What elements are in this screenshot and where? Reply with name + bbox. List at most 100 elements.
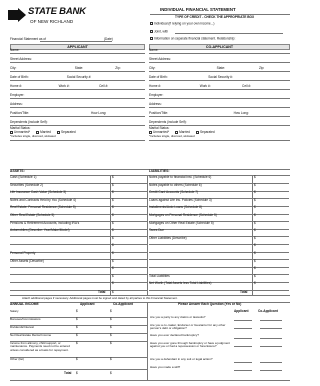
income-col-coapplicant: Co-Applicant — [113, 302, 133, 306]
field-line[interactable] — [10, 125, 145, 126]
liability-line[interactable] — [149, 289, 289, 291]
field-line[interactable] — [149, 80, 290, 81]
liability-line[interactable] — [149, 228, 289, 230]
liability-line[interactable] — [149, 266, 289, 268]
liability-item: Total Liabilities — [149, 273, 170, 278]
answer-applicant[interactable] — [234, 370, 252, 371]
asset-dollar: $ — [112, 281, 114, 286]
asset-dollar: $ — [112, 220, 114, 225]
field-line[interactable] — [10, 62, 145, 63]
arrow-logo-icon — [8, 8, 26, 22]
answer-coapplicant[interactable] — [260, 320, 282, 321]
liability-item: Loans against Life Ins. Policies (Schedu… — [149, 197, 212, 202]
field-line[interactable] — [10, 116, 145, 117]
asset-line[interactable] — [10, 236, 147, 238]
checkbox[interactable] — [56, 131, 60, 134]
income-item: Other (list) — [10, 357, 25, 361]
checkbox[interactable] — [150, 22, 153, 25]
asset-line[interactable] — [10, 289, 147, 291]
questions-header: Please Answer Each Question (Yes or No) — [178, 302, 242, 306]
answer-applicant[interactable] — [234, 346, 252, 347]
answer-coapplicant[interactable] — [260, 370, 282, 371]
asset-item: Other Assets (Describe) — [10, 258, 44, 263]
marital-option-label: Separated — [199, 130, 215, 135]
asset-dollar: $ — [112, 213, 114, 217]
liability-item: Mortgages on Personal Residence (Schedul… — [149, 213, 217, 217]
field-line[interactable] — [10, 98, 145, 99]
asset-line[interactable] — [10, 244, 147, 245]
asset-dollar: $ — [112, 273, 114, 278]
liability-dollar: $ — [254, 281, 256, 286]
asset-line[interactable] — [10, 266, 147, 268]
field-line[interactable] — [149, 116, 290, 117]
asset-line[interactable] — [10, 274, 147, 276]
liability-dollar: $ — [254, 243, 256, 248]
income-header: ANNUAL INCOME — [10, 302, 39, 306]
answer-coapplicant[interactable] — [260, 338, 282, 339]
answer-applicant[interactable] — [234, 320, 252, 321]
question-item: Are you a party to any claims or lawsuit… — [150, 315, 206, 319]
bank-logo: STATE BANK OF NEW RICHLAND — [8, 6, 88, 29]
credit-option-joint[interactable]: Joint, with — [150, 30, 168, 34]
coapplicant-header: CO-APPLICANT — [149, 44, 290, 50]
bank-name: STATE BANK — [28, 6, 86, 17]
question-item: Have you ever gone through bankruptcy or… — [150, 341, 230, 349]
attach-note: Attach additional pages if necessary. Ad… — [22, 296, 178, 300]
checkbox[interactable] — [195, 131, 199, 134]
asset-item: Automobiles (Describe: Year/Make/Model) — [10, 228, 70, 233]
field-line[interactable] — [10, 71, 145, 72]
credit-option-separate[interactable]: Information on separate financial statem… — [150, 37, 235, 41]
checkbox[interactable] — [150, 37, 153, 40]
income-item: Salary — [10, 309, 19, 313]
liability-dollar: $ — [254, 175, 256, 179]
liability-line[interactable] — [149, 244, 289, 245]
marital-option[interactable]: Separated — [195, 130, 215, 135]
asset-item: Life Insurance Cash Value (Schedule 3) — [10, 190, 67, 195]
answer-coapplicant[interactable] — [260, 328, 282, 329]
asset-line[interactable] — [10, 282, 147, 283]
field-line[interactable] — [149, 53, 290, 54]
income-dollar: $ — [76, 317, 78, 321]
assets-total-dollar: $ — [112, 290, 114, 294]
field-line[interactable] — [149, 98, 290, 99]
assets-total-label: Total — [98, 290, 106, 294]
liability-item: Credit Card Accounts (Schedule 7) — [149, 190, 199, 195]
question-item: Are you a co-maker, Endorser or Guaranto… — [150, 323, 226, 331]
field-line[interactable] — [149, 71, 290, 72]
question-item: Are you a defendant in any suit or legal… — [150, 357, 213, 361]
field-line[interactable] — [149, 89, 290, 90]
answer-applicant[interactable] — [234, 328, 252, 329]
field-line[interactable] — [10, 89, 145, 90]
field-line[interactable] — [10, 53, 145, 54]
liability-item: Taxes Due — [149, 228, 165, 233]
income-line[interactable] — [10, 369, 147, 370]
field-line[interactable] — [10, 80, 145, 81]
income-dollar: $ — [110, 309, 112, 313]
asset-item: Securities (Schedule 2) — [10, 182, 43, 187]
asset-dollar: $ — [112, 235, 114, 240]
field-line[interactable] — [149, 62, 290, 63]
income-item: Net Real Estate Rental Income — [10, 333, 52, 337]
answer-coapplicant[interactable] — [260, 362, 282, 363]
liability-line[interactable] — [149, 251, 289, 253]
marital-option[interactable]: Separated — [56, 130, 76, 135]
question-item: Have you ever declared bankruptcy? — [150, 333, 199, 337]
field-line[interactable] — [10, 107, 145, 108]
field-line[interactable] — [149, 125, 290, 126]
liability-line[interactable] — [149, 259, 289, 261]
income-total-label: Total — [64, 371, 72, 375]
questions-col-applicant: Applicant — [234, 309, 249, 313]
answer-applicant[interactable] — [234, 338, 252, 339]
answer-coapplicant[interactable] — [260, 346, 282, 347]
liability-item: Installments/Auto Loans (Schedule 8) — [149, 205, 202, 210]
liability-line[interactable] — [149, 274, 289, 276]
field-line[interactable] — [149, 107, 290, 108]
form-title: INDIVIDUAL FINANCIAL STATEMENT — [160, 7, 236, 12]
assets-header: ASSETS: — [10, 169, 25, 173]
answer-applicant[interactable] — [234, 362, 252, 363]
credit-option-individual[interactable]: Individual (if relying on your own incom… — [150, 22, 214, 26]
marital-note: *Includes single, divorced, widowed — [10, 134, 56, 138]
income-total-dollar: $ — [110, 371, 112, 375]
marital-option-label: Separated — [60, 130, 76, 135]
checkbox[interactable] — [150, 30, 153, 33]
